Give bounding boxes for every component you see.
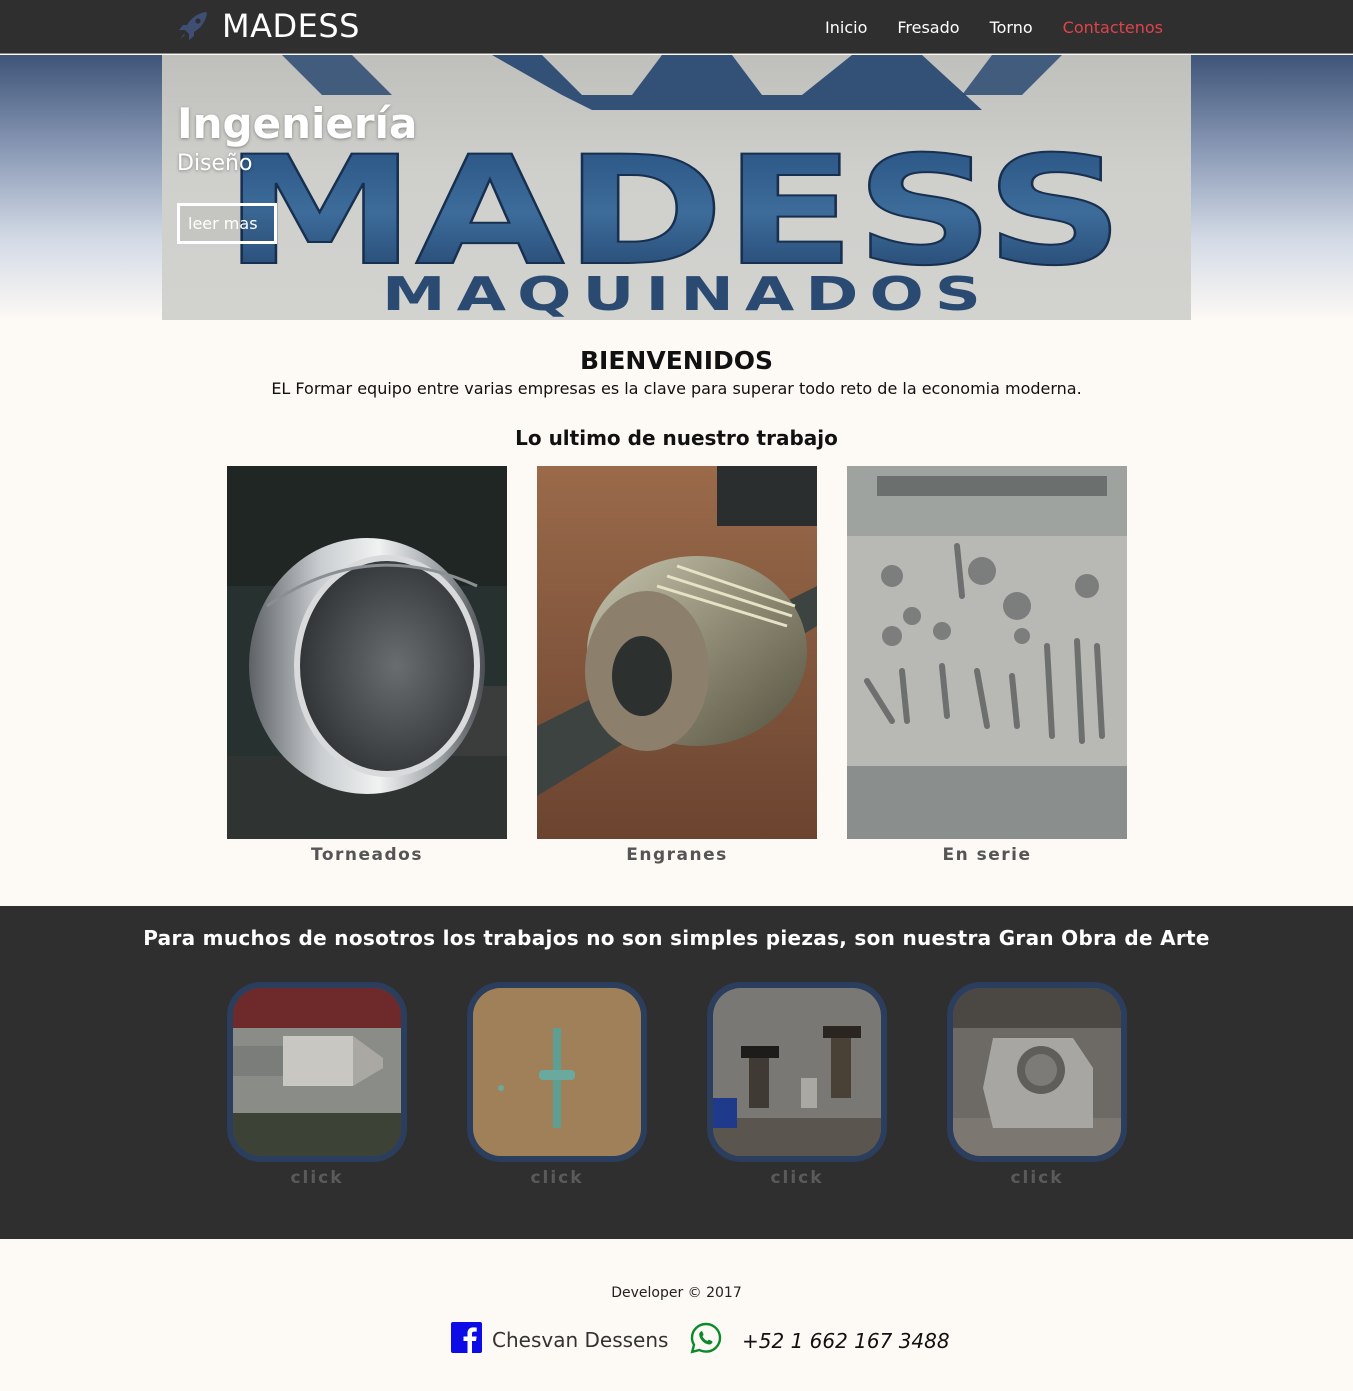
gallery-title: Para muchos de nosotros los trabajos no …	[143, 926, 1210, 950]
hero-image-text-2: MAQUINADOS	[382, 267, 992, 320]
hero-title: Ingeniería	[177, 99, 418, 148]
gallery-item-1: click	[227, 982, 407, 1188]
work-image-en-serie[interactable]	[847, 466, 1127, 839]
whatsapp-link[interactable]: +52 1 662 167 3488	[690, 1322, 950, 1354]
whatsapp-icon	[690, 1322, 722, 1354]
nav-link-fresado[interactable]: Fresado	[897, 18, 959, 37]
brand[interactable]: MADESS	[176, 6, 360, 46]
nav-links: Inicio Fresado Torno Contactenos	[825, 0, 1163, 54]
facebook-icon	[451, 1322, 482, 1353]
works-title: Lo ultimo de nuestro trabajo	[515, 426, 838, 450]
read-more-button[interactable]: leer mas	[177, 203, 277, 244]
work-caption: Engranes	[626, 845, 728, 865]
nav-link-inicio[interactable]: Inicio	[825, 18, 867, 37]
facebook-link[interactable]: Chesvan Dessens	[451, 1322, 668, 1353]
welcome-text: EL Formar equipo entre varias empresas e…	[271, 379, 1082, 398]
gallery-click-label[interactable]: click	[947, 1168, 1127, 1188]
work-image-torneados[interactable]	[227, 466, 507, 839]
work-image-engranes[interactable]	[537, 466, 817, 839]
gallery-item-2: click	[467, 982, 647, 1188]
work-card-engranes: Engranes	[537, 466, 817, 865]
brand-name: MADESS	[222, 7, 360, 45]
whatsapp-label: +52 1 662 167 3488	[742, 1329, 950, 1353]
gallery-click-label[interactable]: click	[707, 1168, 887, 1188]
gallery-click-label[interactable]: click	[467, 1168, 647, 1188]
gallery-click-label[interactable]: click	[227, 1168, 407, 1188]
work-card-en-serie: En serie	[847, 466, 1127, 865]
footer-developer: Developer © 2017	[611, 1285, 742, 1301]
navbar: MADESS Inicio Fresado Torno Contactenos	[0, 0, 1353, 54]
work-card-torneados: Torneados	[227, 466, 507, 865]
nav-link-contactenos[interactable]: Contactenos	[1063, 18, 1163, 37]
gallery-thumb-3[interactable]	[707, 982, 887, 1162]
hero-logo-image: MADESS MAQUINADOS	[223, 55, 1125, 320]
gallery-thumb-2[interactable]	[467, 982, 647, 1162]
gallery-item-4: click	[947, 982, 1127, 1188]
gallery-item-3: click	[707, 982, 887, 1188]
nav-link-torno[interactable]: Torno	[990, 18, 1033, 37]
gallery-section: Para muchos de nosotros los trabajos no …	[0, 906, 1353, 1239]
welcome-title: BIENVENIDOS	[579, 346, 774, 375]
hero-subtitle: Diseño	[177, 151, 253, 176]
hero-carousel: MADESS MAQUINADOS Ingeniería Diseño leer…	[162, 55, 1191, 320]
work-caption: En serie	[942, 845, 1032, 865]
rocket-icon	[179, 12, 207, 40]
gallery-thumb-1[interactable]	[227, 982, 407, 1162]
gallery-thumb-4[interactable]	[947, 982, 1127, 1162]
work-caption: Torneados	[311, 845, 423, 865]
facebook-label: Chesvan Dessens	[492, 1328, 669, 1352]
